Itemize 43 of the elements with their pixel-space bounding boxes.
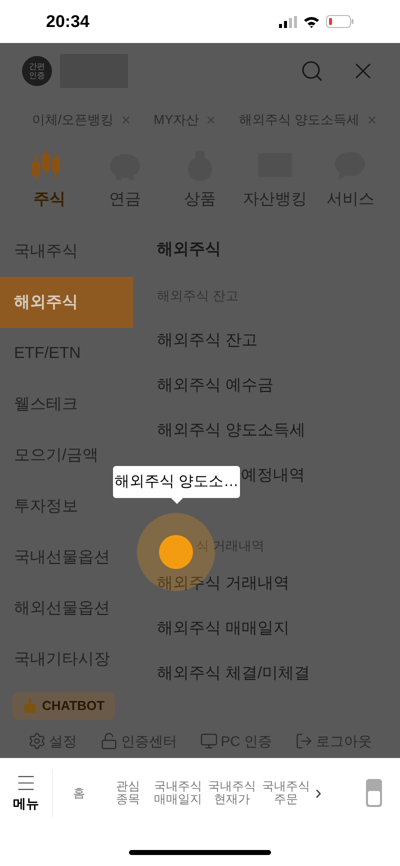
category-tab[interactable]: 상품 [162, 148, 238, 212]
quick-menu-item[interactable]: 국내주식 현재가 [205, 780, 259, 806]
remove-icon[interactable] [205, 114, 218, 126]
settings-icon [28, 732, 46, 750]
robot-icon [22, 698, 38, 714]
signal-icon [279, 16, 297, 28]
sidebar-item[interactable]: 국내주식 [0, 226, 133, 277]
menu-link[interactable]: 해외주식 양도소득세 [157, 408, 306, 453]
sidebar-item[interactable]: 웰스테크 [0, 379, 133, 430]
remove-icon[interactable] [120, 114, 132, 126]
category-tab[interactable]: 서비스 [312, 148, 388, 212]
menu-link[interactable]: 해외주식 체결/미체결 [157, 651, 310, 696]
battery-icon [326, 15, 354, 28]
status-time: 20:34 [46, 10, 90, 33]
sidebar-item[interactable]: 국내기타시장 [0, 634, 133, 685]
category-tab[interactable]: 자산뱅킹 [238, 148, 313, 212]
remove-icon[interactable] [366, 114, 378, 126]
quick-menu-item[interactable]: 국내주식 매매일지 [151, 780, 205, 806]
quick-menu-item[interactable]: 관심 종목 [105, 780, 151, 806]
quick-menu-item[interactable]: 국내주식 주문 [259, 780, 313, 806]
sidebar-item[interactable]: 국내선물옵션 [0, 532, 133, 583]
category-tab[interactable]: 연금 [87, 148, 162, 212]
menu-button[interactable]: 메뉴 [0, 772, 52, 814]
monitor-icon [200, 732, 218, 750]
menu-link[interactable]: 예정내역 [241, 453, 305, 498]
search-icon[interactable] [300, 59, 324, 83]
wifi-icon [303, 16, 320, 28]
menu-link[interactable]: 해외주식 매매일지 [157, 606, 290, 651]
sidebar-item[interactable]: 해외선물옵션 [0, 583, 133, 634]
menu-link[interactable]: 해외주식 예수금 [157, 363, 274, 408]
avatar-badge[interactable]: 간편 인증 [22, 56, 52, 86]
unlocked-padlock-icon [100, 732, 118, 750]
panel-title: 해외주식 [157, 240, 222, 260]
scroll-right-arrow[interactable]: › [315, 783, 322, 803]
toggle-icon[interactable] [366, 779, 382, 807]
tooltip: 해외주식 양도소… [113, 466, 240, 504]
logout-icon [294, 732, 313, 750]
chatbot-button[interactable]: CHATBOT [12, 692, 115, 720]
category-tab[interactable]: 주식 [12, 148, 88, 212]
sidebar-item[interactable]: 해외주식 [0, 277, 133, 328]
menu-link[interactable]: 해외주식 잔고 [157, 318, 258, 363]
sidebar-item[interactable]: ETF/ETN [0, 328, 133, 379]
quick-menu-item[interactable]: 홈 [53, 786, 105, 800]
